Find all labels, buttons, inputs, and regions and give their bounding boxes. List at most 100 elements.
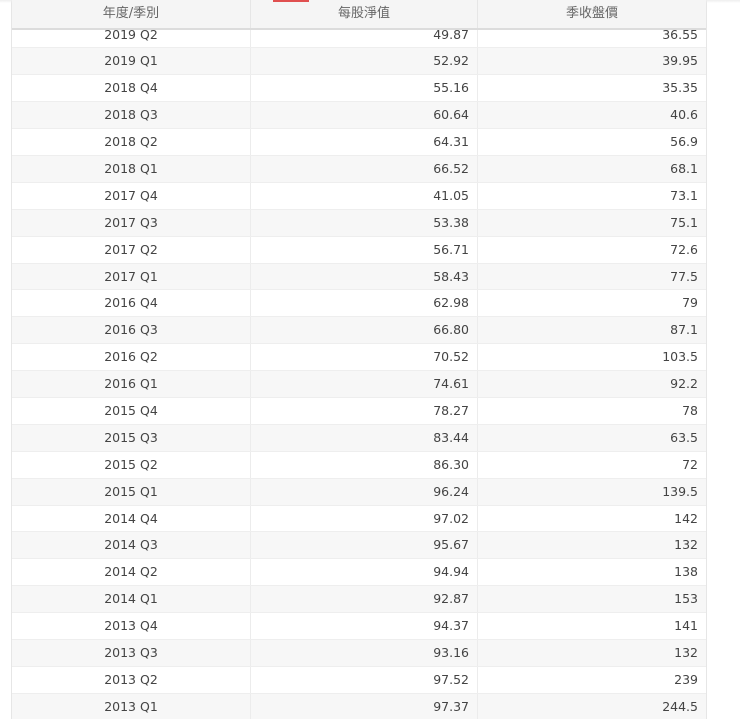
period-cell: 2017 Q2 [12, 236, 251, 263]
period-cell: 2015 Q1 [12, 478, 251, 505]
header-period[interactable]: 年度/季別 [12, 0, 251, 28]
data-table: 年度/季別 每股淨值 季收盤價 2019 Q2 49.87 36.55 2019 Q1… [11, 0, 707, 719]
close-price-cell: 40.6 [670, 107, 698, 123]
table-row: 2017 Q1 58.43 77.5 [12, 263, 706, 291]
period-cell: 2015 Q4 [12, 397, 251, 424]
book-value-cell: 41.05 [251, 182, 478, 209]
close-price-cell: 87.1 [670, 322, 698, 338]
active-tab-indicator [273, 0, 309, 2]
book-value-cell: 96.24 [251, 478, 478, 505]
close-price-cell: 56.9 [670, 134, 698, 150]
close-price-cell: 103.5 [662, 349, 698, 365]
book-value-cell: 97.37 [251, 693, 478, 719]
period-cell: 2013 Q2 [12, 666, 251, 693]
period-cell: 2016 Q4 [12, 290, 251, 317]
period-cell: 2017 Q3 [12, 209, 251, 236]
table-row: 2016 Q4 62.98 79 [12, 290, 706, 318]
close-price-cell: 72 [682, 456, 698, 472]
table-row: 2014 Q2 94.94 138 [12, 559, 706, 587]
book-value-cell: 70.52 [251, 344, 478, 371]
book-value-cell: 93.16 [251, 639, 478, 666]
book-value-cell: 83.44 [251, 424, 478, 451]
table-row: 2013 Q1 97.37 244.5 [12, 693, 706, 719]
period-cell: 2013 Q3 [12, 639, 251, 666]
table-row: 2013 Q3 93.16 132 [12, 639, 706, 667]
period-cell: 2014 Q2 [12, 559, 251, 586]
table-row: 2018 Q2 64.31 56.9 [12, 129, 706, 156]
table-row: 2015 Q3 83.44 63.5 [12, 424, 706, 452]
book-value-cell: 56.71 [251, 236, 478, 263]
table-row: 2016 Q3 66.80 87.1 [12, 317, 706, 345]
period-cell: 2018 Q2 [12, 129, 251, 155]
book-value-cell: 66.80 [251, 317, 478, 344]
book-value-cell: 94.94 [251, 559, 478, 586]
table-header: 年度/季別 每股淨值 季收盤價 [12, 0, 706, 30]
table-row: 2018 Q4 55.16 35.35 [12, 75, 706, 103]
period-cell: 2018 Q3 [12, 102, 251, 129]
close-price-cell: 68.1 [670, 160, 698, 176]
period-cell: 2016 Q1 [12, 371, 251, 397]
book-value-cell: 52.92 [251, 48, 478, 75]
close-price-cell: 39.95 [662, 53, 698, 69]
close-price-cell: 92.2 [670, 376, 698, 392]
close-price-cell: 138 [674, 564, 698, 580]
close-price-cell: 142 [674, 510, 698, 526]
period-cell: 2015 Q2 [12, 451, 251, 478]
period-cell: 2018 Q4 [12, 75, 251, 102]
table-row: 2013 Q2 97.52 239 [12, 666, 706, 694]
table-row: 2017 Q4 41.05 73.1 [12, 182, 706, 210]
close-price-cell: 79 [682, 295, 698, 311]
period-cell: 2014 Q3 [12, 532, 251, 559]
close-price-cell: 73.1 [670, 187, 698, 203]
period-cell: 2013 Q4 [12, 613, 251, 639]
period-cell: 2019 Q1 [12, 48, 251, 75]
book-value-cell: 94.37 [251, 613, 478, 639]
book-value-cell: 53.38 [251, 209, 478, 236]
book-value-cell: 66.52 [251, 155, 478, 182]
table-row: 2016 Q1 74.61 92.2 [12, 371, 706, 398]
close-price-cell: 244.5 [662, 698, 698, 714]
book-value-cell: 62.98 [251, 290, 478, 317]
book-value-cell: 74.61 [251, 371, 478, 397]
period-cell: 2017 Q1 [12, 263, 251, 290]
table-row: 2013 Q4 94.37 141 [12, 613, 706, 640]
period-cell: 2014 Q4 [12, 505, 251, 532]
table-row: 2015 Q1 96.24 139.5 [12, 478, 706, 506]
table-row: 2015 Q4 78.27 78 [12, 397, 706, 425]
table-row: 2014 Q3 95.67 132 [12, 532, 706, 560]
book-value-cell: 64.31 [251, 129, 478, 155]
book-value-cell: 97.52 [251, 666, 478, 693]
period-cell: 2016 Q2 [12, 344, 251, 371]
close-price-cell: 35.35 [662, 80, 698, 96]
table-row: 2017 Q3 53.38 75.1 [12, 209, 706, 237]
table-body: 2019 Q2 49.87 36.55 2019 Q1 52.92 39.95 2018 Q… [12, 21, 706, 719]
header-book-value-per-share[interactable]: 每股淨值 [251, 0, 478, 28]
book-value-cell: 86.30 [251, 451, 478, 478]
close-price-cell: 78 [682, 402, 698, 418]
period-cell: 2016 Q3 [12, 317, 251, 344]
close-price-cell: 153 [674, 591, 698, 607]
close-price-cell: 132 [674, 644, 698, 660]
table-row: 2014 Q1 92.87 153 [12, 586, 706, 614]
book-value-cell: 58.43 [251, 263, 478, 290]
table-row: 2018 Q3 60.64 40.6 [12, 102, 706, 130]
book-value-cell: 92.87 [251, 586, 478, 613]
period-cell: 2014 Q1 [12, 586, 251, 613]
table-row: 2016 Q2 70.52 103.5 [12, 344, 706, 372]
book-value-cell: 95.67 [251, 532, 478, 559]
close-price-cell: 77.5 [670, 268, 698, 284]
close-price-cell: 75.1 [670, 214, 698, 230]
book-value-cell: 60.64 [251, 102, 478, 129]
book-value-cell: 55.16 [251, 75, 478, 102]
close-price-cell: 63.5 [670, 429, 698, 445]
table-row: 2015 Q2 86.30 72 [12, 451, 706, 479]
period-cell: 2017 Q4 [12, 182, 251, 209]
table-row: 2019 Q1 52.92 39.95 [12, 48, 706, 76]
header-quarter-close-price[interactable]: 季收盤價 [478, 0, 706, 28]
close-price-cell: 132 [674, 537, 698, 553]
period-cell: 2018 Q1 [12, 155, 251, 182]
period-cell: 2015 Q3 [12, 424, 251, 451]
close-price-cell: 139.5 [662, 483, 698, 499]
close-price-cell: 72.6 [670, 241, 698, 257]
book-value-cell: 78.27 [251, 397, 478, 424]
